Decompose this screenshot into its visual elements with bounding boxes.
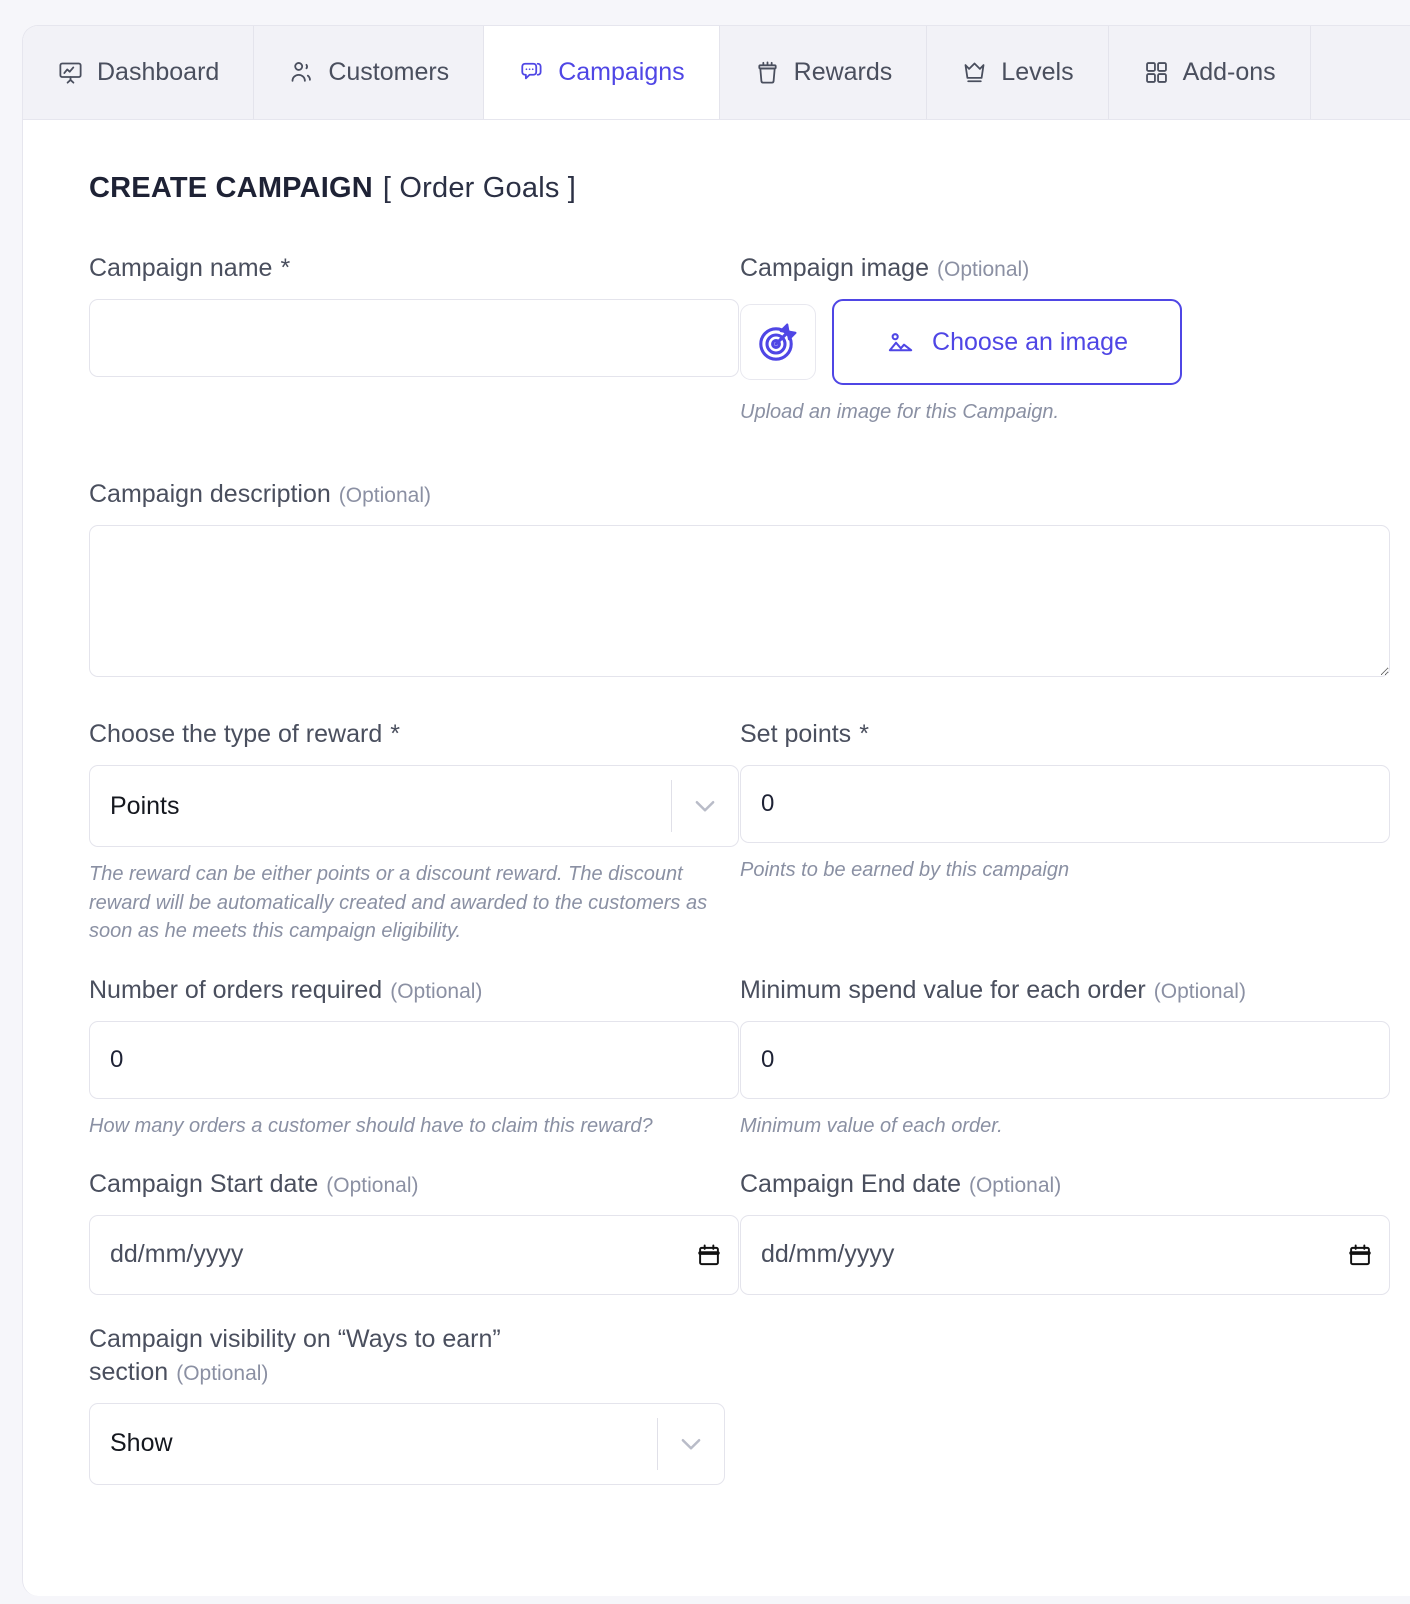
page-title-sub: [ Order Goals ] (382, 172, 577, 204)
tab-bar: Dashboard Customers Campaigns Rewards Le… (23, 26, 1410, 120)
orders-required-input[interactable] (89, 1020, 739, 1099)
orders-required-label: Number of orders required (Optional) (89, 974, 739, 1007)
optional-marker: (Optional) (1153, 979, 1246, 1003)
field-set-points: Set points* Points to be earned by this … (740, 718, 1390, 945)
label-text: Campaign Start date (89, 1169, 319, 1198)
campaign-image-thumbnail[interactable] (740, 304, 816, 380)
tab-label: Campaigns (558, 58, 685, 86)
tab-customers[interactable]: Customers (254, 26, 485, 119)
page-body: CREATE CAMPAIGN [ Order Goals ] Campaign … (23, 120, 1410, 1485)
choose-image-label: Choose an image (932, 327, 1128, 356)
calendar-icon[interactable] (1331, 1242, 1389, 1268)
campaign-description-label: Campaign description (Optional) (89, 478, 1390, 511)
label-text: Campaign name (89, 254, 273, 282)
tab-addons[interactable]: Add-ons (1108, 26, 1311, 119)
rewards-icon (754, 59, 781, 86)
tab-levels[interactable]: Levels (927, 26, 1109, 119)
form-grid: Campaign name * Campaign image (Optional) (23, 252, 1410, 1485)
target-icon (754, 318, 802, 366)
campaigns-icon (518, 59, 545, 86)
tab-label: Add-ons (1182, 58, 1276, 86)
visibility-label: Campaign visibility on “Ways to earn” se… (89, 1323, 589, 1389)
required-marker: * (390, 720, 400, 749)
label-text: Campaign End date (740, 1169, 961, 1198)
label-text: Campaign description (89, 480, 331, 509)
field-campaign-name: Campaign name * (89, 252, 739, 426)
required-marker: * (280, 254, 291, 282)
optional-marker: (Optional) (390, 979, 483, 1003)
app-root: Dashboard Customers Campaigns Rewards Le… (0, 0, 1410, 1604)
start-date-value: dd/mm/yyyy (110, 1240, 244, 1269)
campaign-image-hint: Upload an image for this Campaign. (740, 401, 1060, 423)
optional-marker: (Optional) (326, 1173, 419, 1197)
end-date-value: dd/mm/yyyy (761, 1240, 895, 1269)
reward-type-label: Choose the type of reward * (89, 718, 739, 751)
field-orders-required: Number of orders required (Optional) How … (89, 974, 739, 1140)
field-start-date: Campaign Start date (Optional) dd/mm/yyyy (89, 1168, 739, 1295)
label-text: Choose the type of reward (89, 720, 383, 749)
label-text: Minimum spend value for each order (740, 975, 1146, 1004)
reward-type-value: Points (110, 791, 180, 820)
tab-label: Levels (1001, 58, 1074, 86)
campaign-image-label: Campaign image (Optional) (740, 252, 1390, 285)
optional-marker: (Optional) (937, 258, 1030, 281)
set-points-hint: Points to be earned by this campaign (740, 859, 1070, 882)
chevron-down-icon[interactable] (672, 766, 738, 846)
label-text: Number of orders required (89, 975, 383, 1004)
visibility-select[interactable]: Show (89, 1402, 725, 1485)
campaign-description-textarea[interactable] (89, 525, 1390, 678)
tab-rewards[interactable]: Rewards (719, 26, 928, 119)
optional-marker: (Optional) (338, 484, 431, 508)
field-visibility: Campaign visibility on “Ways to earn” se… (89, 1323, 725, 1485)
reward-type-select[interactable]: Points (89, 765, 739, 848)
label-text: Campaign visibility on “Ways to earn” se… (89, 1324, 501, 1386)
optional-marker: (Optional) (176, 1361, 269, 1385)
field-campaign-description: Campaign description (Optional) (89, 478, 1390, 682)
page-title-main: CREATE CAMPAIGN (89, 172, 373, 204)
end-date-label: Campaign End date (Optional) (740, 1168, 1390, 1201)
page-title: CREATE CAMPAIGN [ Order Goals ] (89, 172, 1410, 205)
tab-label: Rewards (793, 58, 893, 86)
label-text: Campaign image (740, 254, 929, 282)
tab-campaigns[interactable]: Campaigns (484, 26, 720, 119)
addons-icon (1143, 59, 1170, 86)
field-campaign-image: Campaign image (Optional) Choose an imag… (740, 252, 1390, 426)
calendar-icon[interactable] (680, 1242, 738, 1268)
campaign-name-label: Campaign name * (89, 252, 739, 285)
label-text: Set points (740, 720, 852, 749)
levels-icon (961, 59, 988, 86)
choose-image-button[interactable]: Choose an image (832, 299, 1182, 385)
set-points-input[interactable] (740, 765, 1390, 844)
optional-marker: (Optional) (968, 1173, 1062, 1197)
customers-icon (288, 59, 315, 86)
campaign-image-row: Choose an image (740, 299, 1390, 385)
field-reward-type: Choose the type of reward * Points The re… (89, 718, 739, 945)
set-points-label: Set points * (740, 718, 1390, 751)
visibility-value: Show (110, 1429, 173, 1458)
dashboard-icon (57, 59, 84, 86)
orders-required-hint: How many orders a customer should have t… (89, 1114, 653, 1137)
tab-dashboard[interactable]: Dashboard (23, 26, 255, 119)
reward-type-hint: The reward can be either points or a dis… (89, 863, 708, 943)
start-date-label: Campaign Start date (Optional) (89, 1168, 739, 1201)
min-spend-input[interactable] (740, 1020, 1390, 1099)
campaign-name-input[interactable] (89, 299, 739, 377)
tab-label: Dashboard (97, 58, 220, 86)
main-card: Dashboard Customers Campaigns Rewards Le… (22, 25, 1410, 1596)
tab-bar-filler (1310, 26, 1410, 119)
image-upload-icon (886, 328, 915, 357)
tab-label: Customers (328, 58, 450, 86)
required-marker: * (859, 720, 869, 749)
min-spend-hint: Minimum value of each order. (740, 1114, 1003, 1137)
chevron-down-icon[interactable] (658, 1404, 724, 1484)
start-date-input[interactable]: dd/mm/yyyy (89, 1214, 739, 1295)
end-date-input[interactable]: dd/mm/yyyy (740, 1214, 1390, 1295)
field-end-date: Campaign End date (Optional) dd/mm/yyyy (740, 1168, 1390, 1295)
min-spend-label: Minimum spend value for each order (Optio… (740, 974, 1390, 1007)
field-min-spend: Minimum spend value for each order (Optio… (740, 974, 1390, 1140)
